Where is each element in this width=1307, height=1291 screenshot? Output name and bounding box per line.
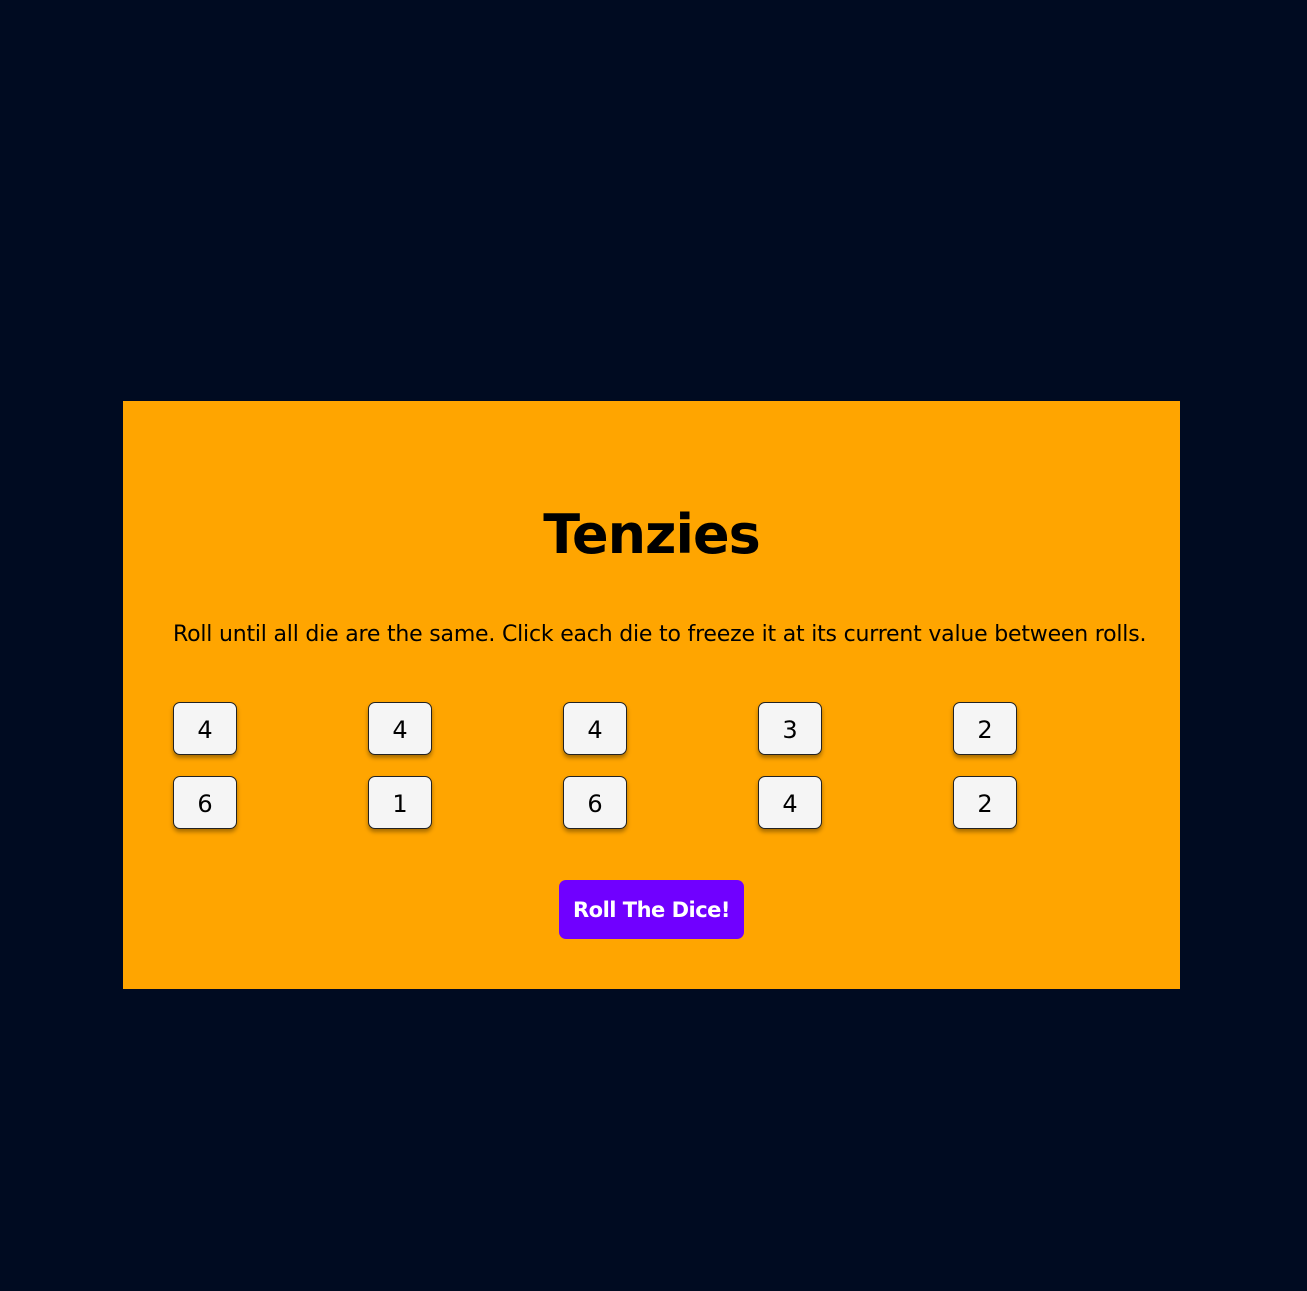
dice-grid: 4 4 4 3 2 6 1 6 4 2 [173,702,1148,829]
die-10[interactable]: 2 [953,776,1017,829]
die-6[interactable]: 6 [173,776,237,829]
die-value: 6 [587,790,603,818]
die-value: 2 [977,716,993,744]
die-value: 4 [782,790,798,818]
die-value: 6 [197,790,213,818]
roll-dice-button[interactable]: Roll The Dice! [559,880,744,939]
die-2[interactable]: 4 [368,702,432,755]
die-1[interactable]: 4 [173,702,237,755]
die-8[interactable]: 6 [563,776,627,829]
game-instructions: Roll until all die are the same. Click e… [173,622,1147,647]
die-3[interactable]: 4 [563,702,627,755]
die-4[interactable]: 3 [758,702,822,755]
die-9[interactable]: 4 [758,776,822,829]
die-value: 1 [392,790,408,818]
die-value: 2 [977,790,993,818]
game-title: Tenzies [543,503,760,566]
die-7[interactable]: 1 [368,776,432,829]
die-value: 4 [197,716,213,744]
die-value: 3 [782,716,798,744]
game-board: Tenzies Roll until all die are the same.… [123,401,1180,989]
die-value: 4 [587,716,603,744]
die-5[interactable]: 2 [953,702,1017,755]
die-value: 4 [392,716,408,744]
